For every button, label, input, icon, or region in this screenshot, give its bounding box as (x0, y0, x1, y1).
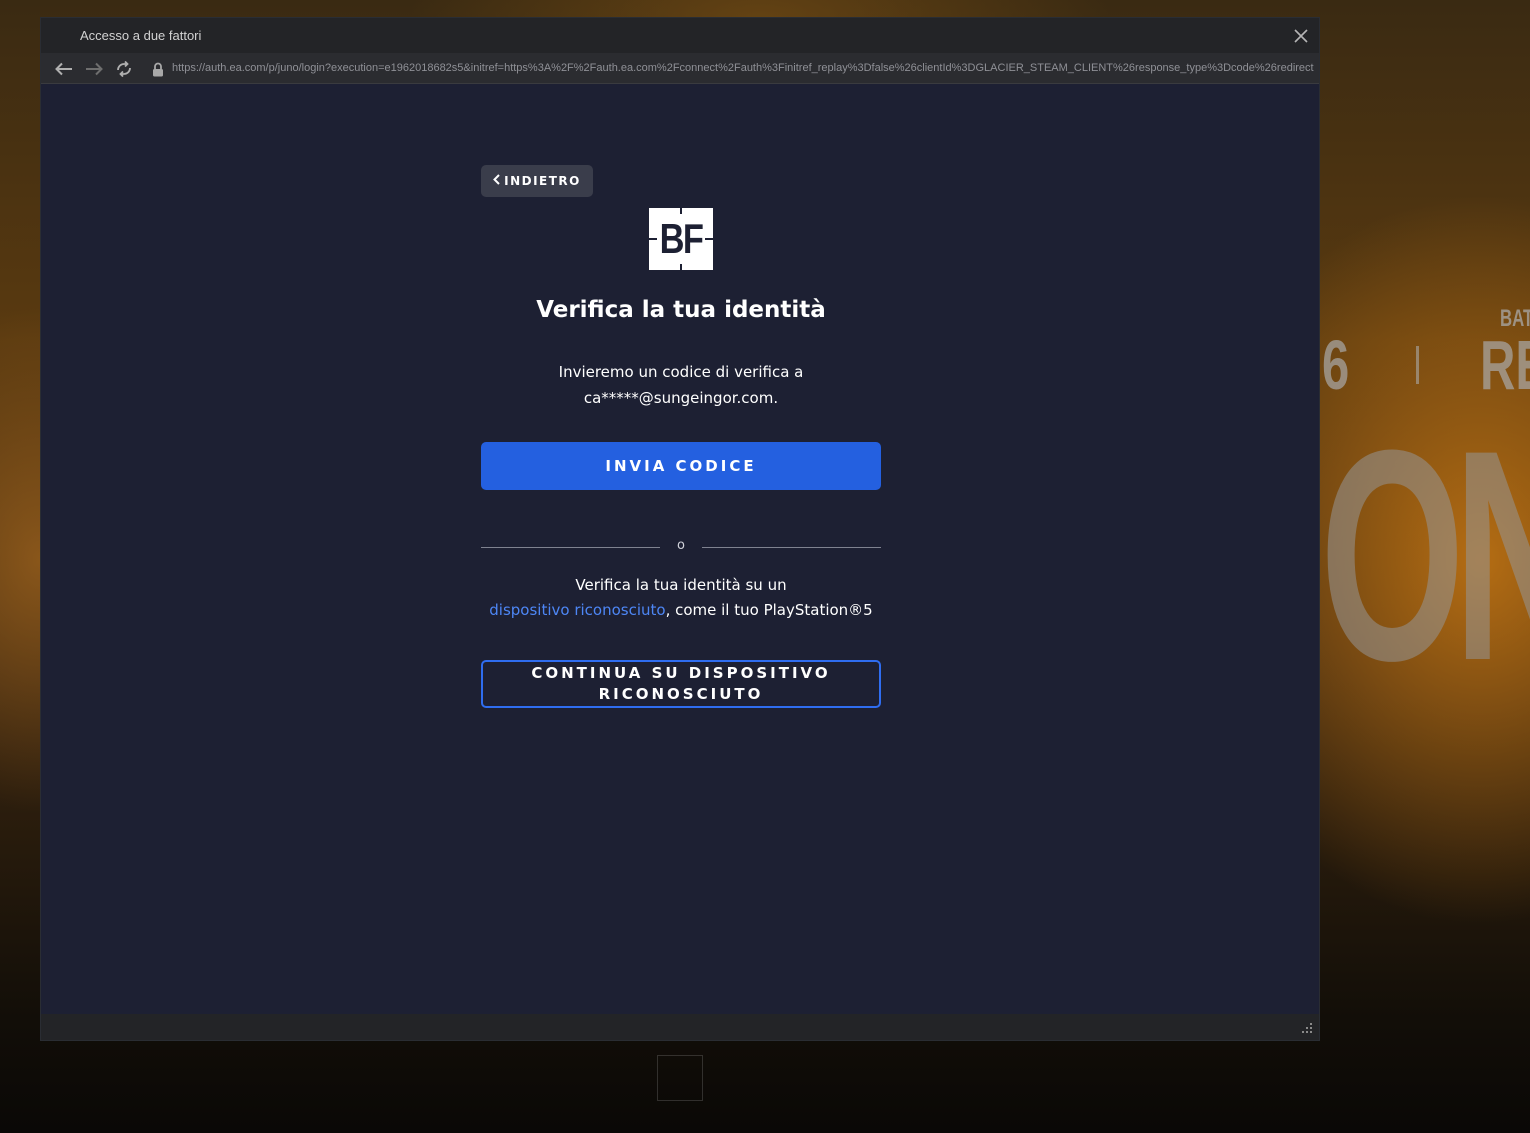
logo-notch (680, 208, 682, 214)
window-titlebar[interactable]: Accesso a due fattori (41, 18, 1319, 53)
logo-notch (705, 238, 713, 240)
description-line: dispositivo riconosciuto, come il tuo Pl… (461, 598, 901, 623)
button-label: CONTINUA SU DISPOSITIVO RICONOSCIUTO (531, 663, 830, 705)
send-code-description: Invieremo un codice di verifica a ca****… (481, 359, 881, 411)
arrow-right-icon (86, 62, 103, 76)
login-page: INDIETRO BF Verifica la tua identità Inv… (41, 84, 1319, 1016)
logo-notch (680, 264, 682, 270)
window-statusbar (41, 1014, 1319, 1040)
reload-button[interactable] (113, 58, 135, 80)
background-frame-square (657, 1055, 703, 1101)
divider-line (702, 547, 881, 548)
window-title: Accesso a due fattori (80, 28, 202, 43)
lock-icon (147, 58, 169, 80)
divider-line (481, 547, 660, 548)
button-label-line: RICONOSCIUTO (598, 685, 764, 703)
back-button-label: INDIETRO (504, 174, 581, 188)
logo-text: BF (659, 215, 704, 262)
masked-email: ca*****@sungeingor.com. (583, 389, 779, 407)
resize-grip-icon[interactable] (1299, 1022, 1313, 1036)
description-line: Invieremo un codice di verifica a (558, 363, 804, 381)
close-icon (1294, 29, 1308, 43)
reload-icon (117, 61, 131, 77)
description-line: Verifica la tua identità su un (575, 576, 787, 594)
close-button[interactable] (1289, 24, 1313, 48)
logo-notch (649, 238, 657, 240)
background-divider (1416, 346, 1419, 384)
button-label-line: CONTINUA SU DISPOSITIVO (531, 664, 831, 682)
battlefield-logo: BF (649, 208, 713, 270)
url-address[interactable]: https://auth.ea.com/p/juno/login?executi… (172, 62, 1320, 74)
forward-arrow-button[interactable] (83, 58, 105, 80)
send-code-button[interactable]: INVIA CODICE (481, 442, 881, 490)
browser-navbar: https://auth.ea.com/p/juno/login?executi… (41, 53, 1319, 84)
description-text: , come il tuo PlayStation®5 (665, 601, 873, 619)
chevron-left-icon (493, 173, 500, 189)
trusted-device-link[interactable]: dispositivo riconosciuto (489, 601, 665, 619)
page-title: Verifica la tua identità (536, 297, 826, 323)
divider-or-text: o (677, 538, 685, 553)
arrow-left-icon (55, 62, 72, 76)
back-arrow-button[interactable] (53, 58, 75, 80)
browser-window: Accesso a due fattori https://auth.ea.co… (40, 17, 1320, 1041)
back-button[interactable]: INDIETRO (481, 165, 593, 197)
trusted-device-description: Verifica la tua identità su un dispositi… (461, 573, 901, 623)
background-big-word: ON (1320, 387, 1530, 723)
continue-on-trusted-device-button[interactable]: CONTINUA SU DISPOSITIVO RICONOSCIUTO (481, 660, 881, 708)
